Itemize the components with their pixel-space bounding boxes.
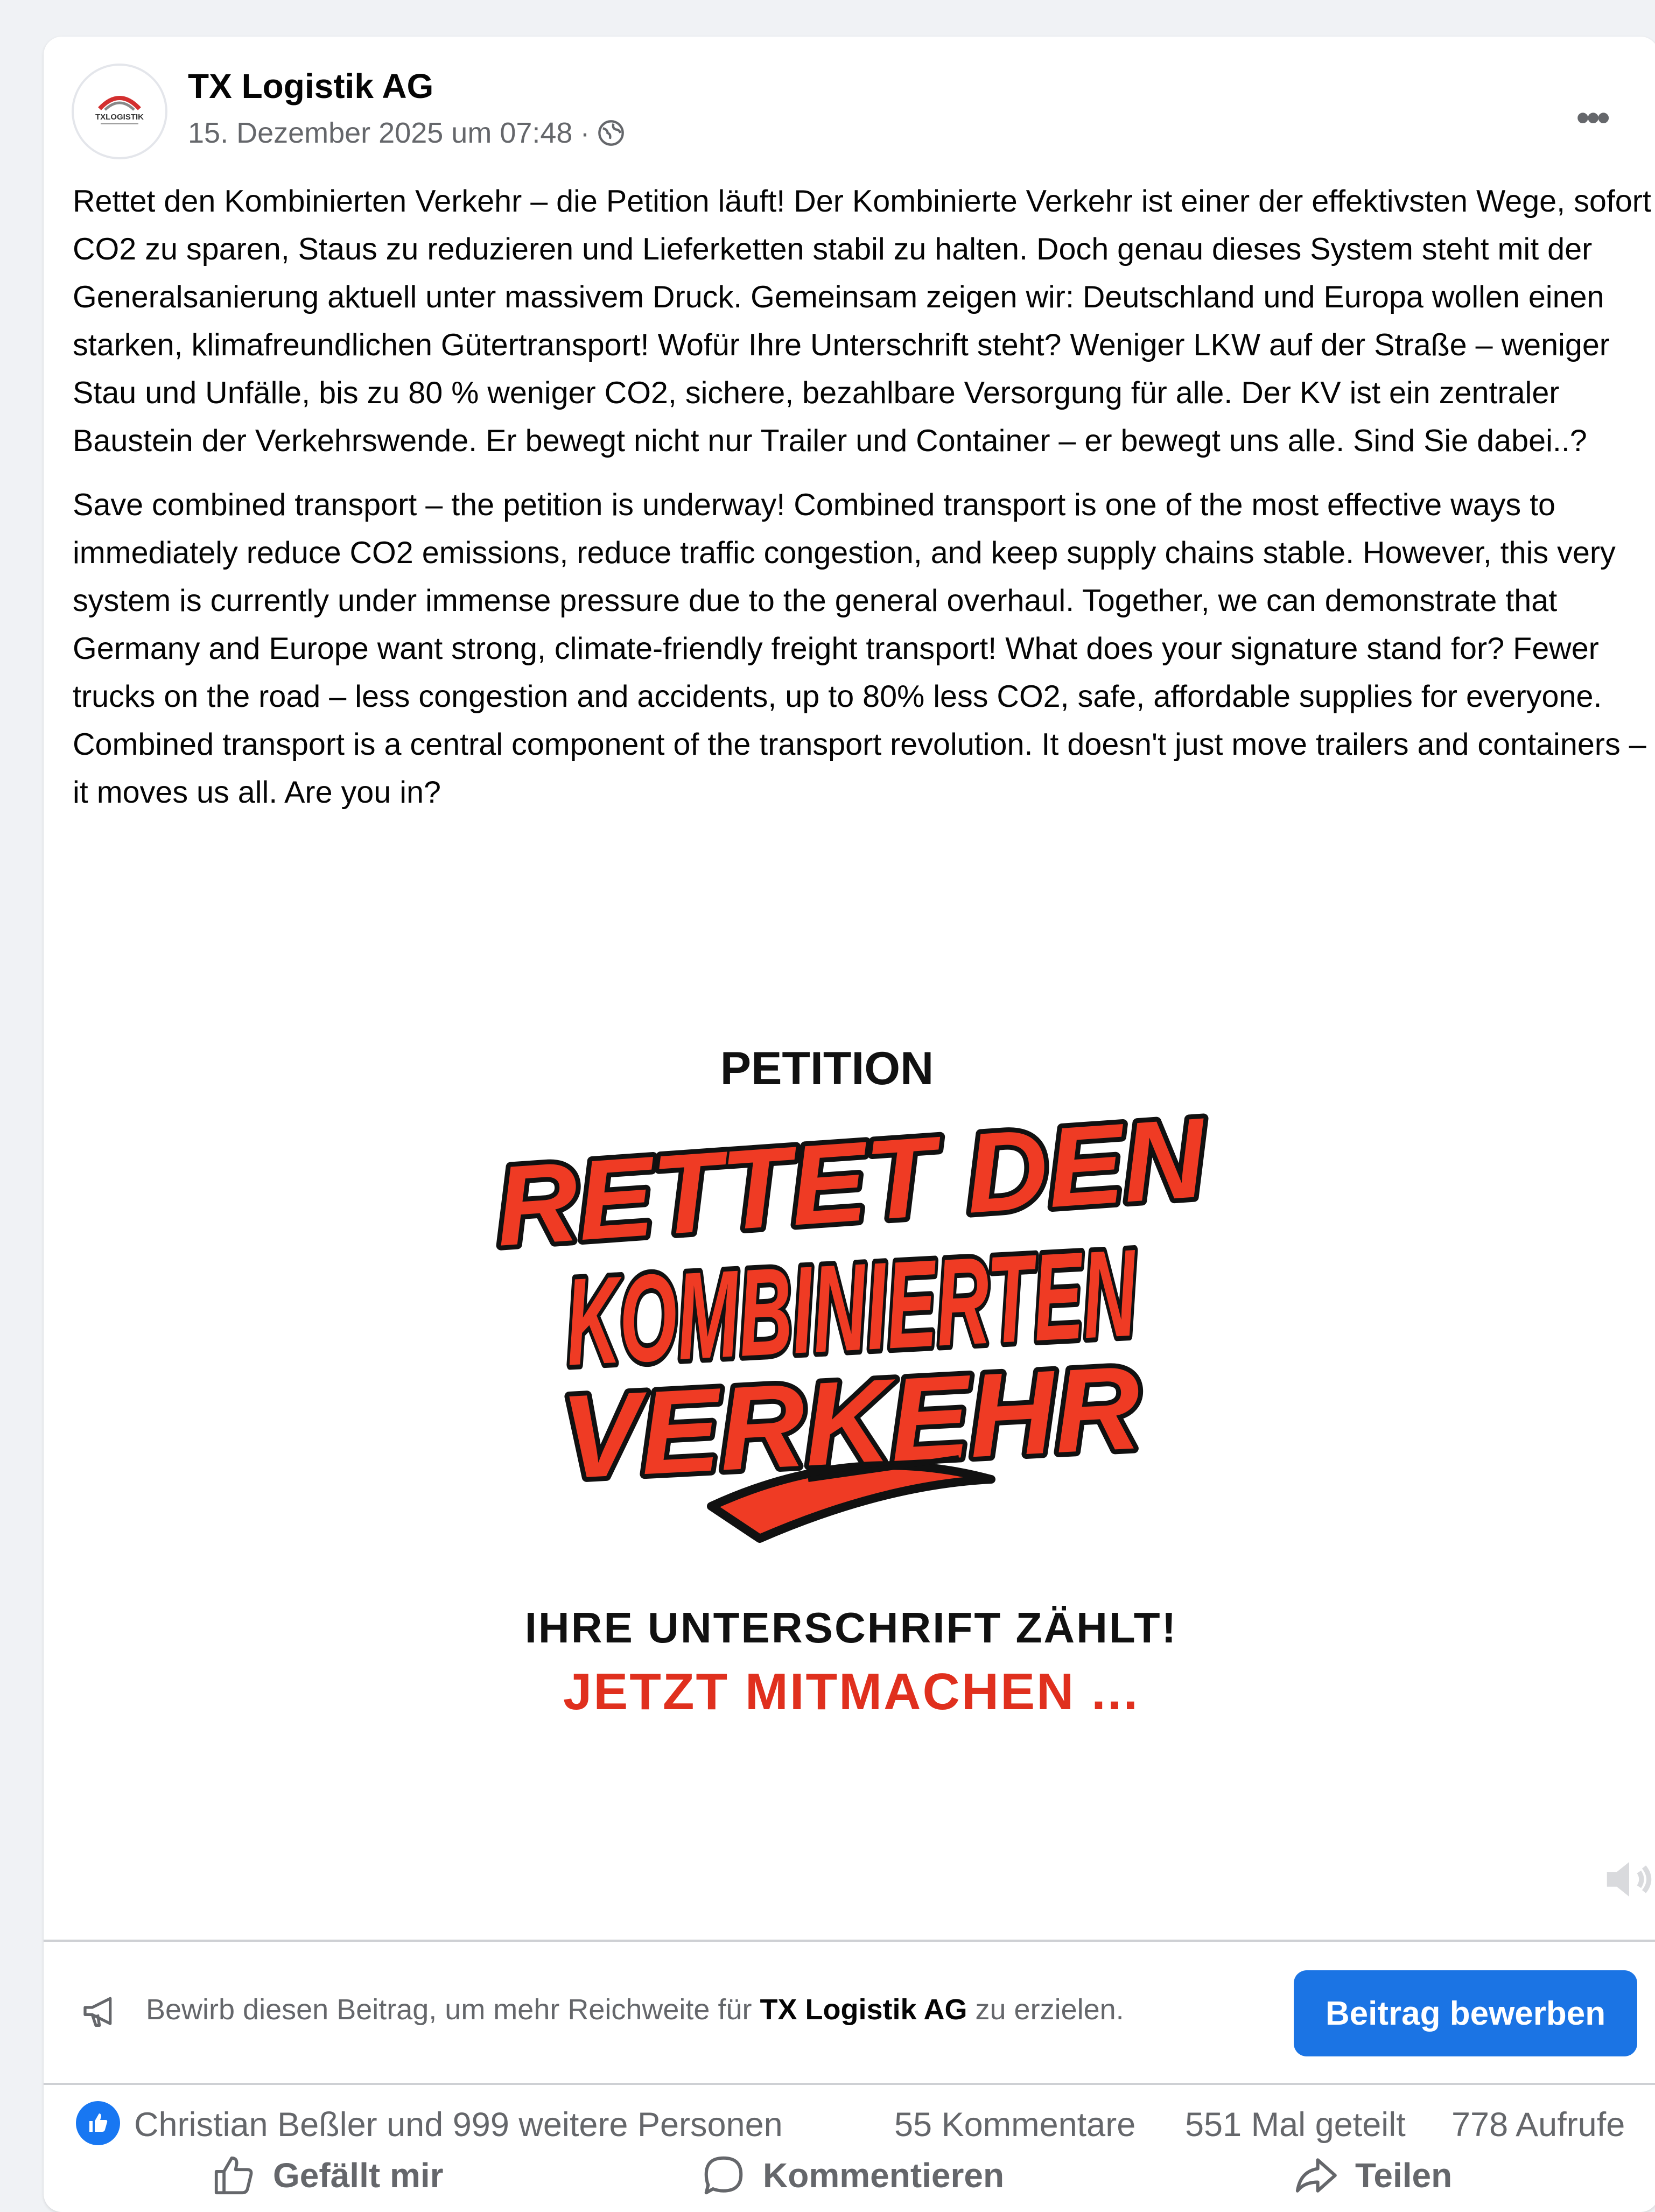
share-button[interactable]: Teilen [1293, 2152, 1452, 2199]
more-options-icon[interactable]: ••• [1576, 99, 1610, 137]
thumbs-up-outline-icon [214, 2156, 253, 2195]
thumbs-up-icon [89, 2113, 108, 2132]
graffiti-logo: RETTET DEN KOMBINIERTEN VERKEHR [487, 1108, 1216, 1543]
post-text: Rettet den Kombinierten Verkehr – die Pe… [73, 178, 1655, 833]
post-paragraph-en: Save combined transport – the petition i… [73, 488, 1646, 810]
petition-subline: IHRE UNTERSCHRIFT ZÄHLT! [524, 1604, 1178, 1652]
promote-bar: Bewirb diesen Beitrag, um mehr Reichweit… [44, 1940, 1655, 2085]
share-label: Teilen [1355, 2156, 1453, 2195]
svg-text:TXLOGISTIK: TXLOGISTIK [95, 113, 144, 122]
megaphone-icon [83, 1997, 112, 2027]
comment-label: Kommentieren [763, 2156, 1005, 2195]
action-bar: Gefällt mir Kommentieren Teilen [44, 2139, 1655, 2209]
post-card: TXLOGISTIK TX Logistik AG 15. Dezember 2… [44, 37, 1655, 2212]
promote-hint: Bewirb diesen Beitrag, um mehr Reichweit… [146, 1993, 1124, 2026]
page-name[interactable]: TX Logistik AG [188, 66, 433, 106]
promote-post-button[interactable]: Beitrag bewerben [1294, 1970, 1637, 2056]
comment-button[interactable]: Kommentieren [700, 2152, 1004, 2199]
petition-cta: JETZT MITMACHEN ... [563, 1663, 1140, 1721]
tx-logistik-logo: TXLOGISTIK [95, 96, 144, 124]
globe-icon [598, 120, 625, 146]
like-button[interactable]: Gefällt mir [211, 2152, 444, 2199]
muted-speaker-icon[interactable] [1600, 1850, 1655, 1909]
post-meta: 15. Dezember 2025 um 07:48 · [188, 116, 625, 150]
post-video[interactable]: PETITION RETTET DEN KOMBINIERTEN VERKEHR… [44, 1011, 1655, 1940]
post-paragraph-de: Rettet den Kombinierten Verkehr – die Pe… [73, 184, 1651, 458]
share-icon [1295, 2158, 1337, 2193]
like-label: Gefällt mir [273, 2156, 444, 2195]
post-timestamp[interactable]: 15. Dezember 2025 um 07:48 [188, 116, 572, 150]
petition-heading: PETITION [720, 1043, 934, 1094]
page-avatar[interactable]: TXLOGISTIK [72, 64, 167, 159]
comment-icon [704, 2156, 743, 2195]
reactions-bar: Christian Beßler und 999 weitere Persone… [44, 2085, 1655, 2145]
meta-separator: · [580, 117, 590, 149]
